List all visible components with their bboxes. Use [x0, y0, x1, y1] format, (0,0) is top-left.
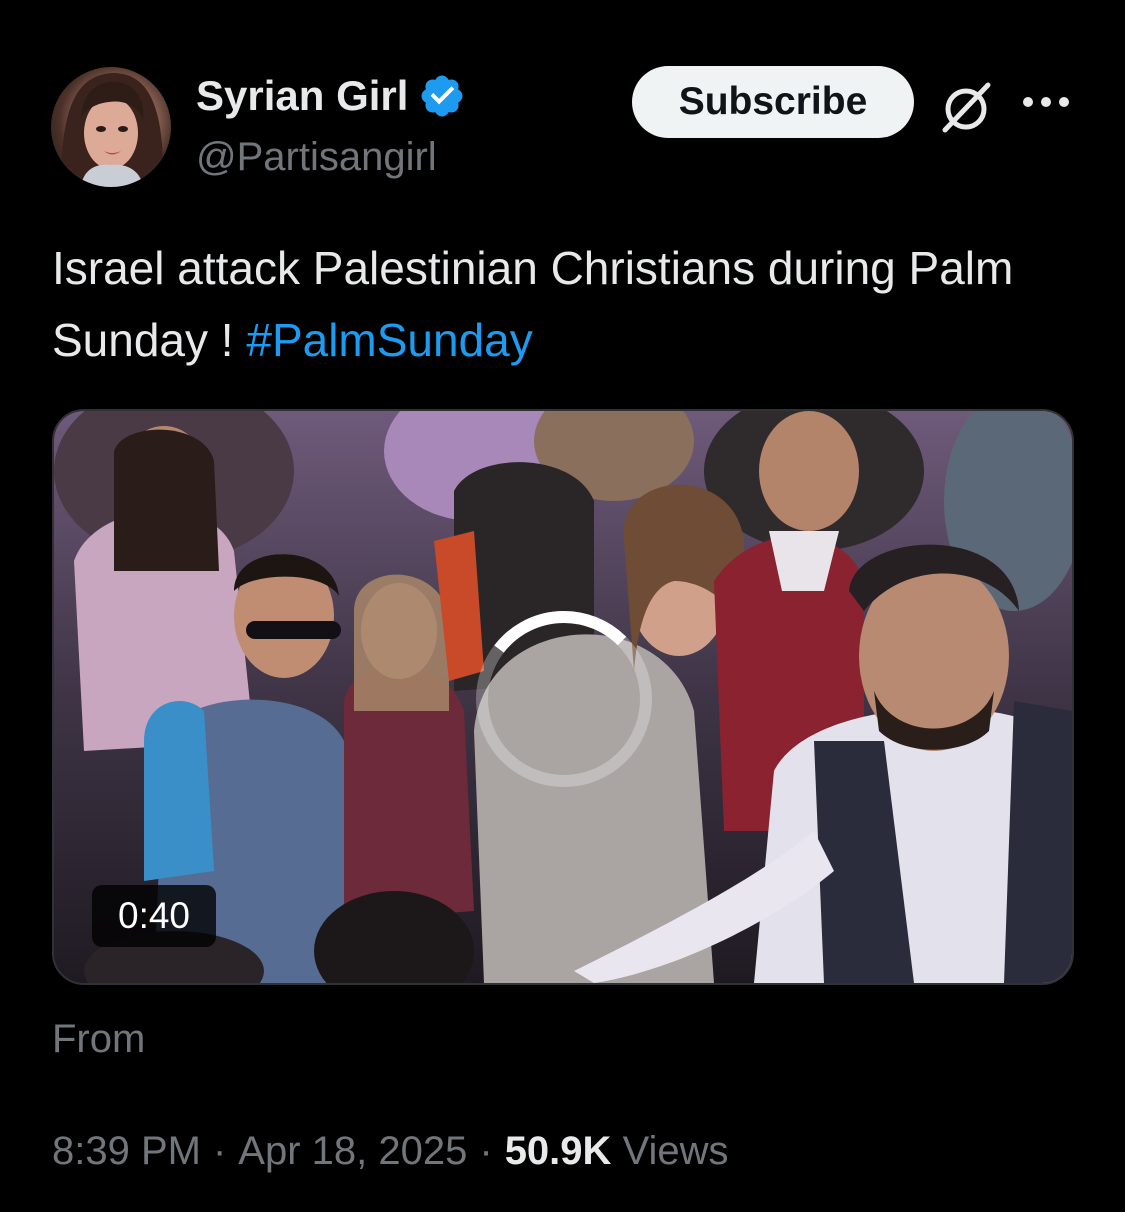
- avatar-image: [61, 73, 164, 187]
- author-name-row: Syrian Girl: [196, 70, 466, 122]
- meta-separator: ·: [212, 1129, 227, 1173]
- tweet-time[interactable]: 8:39 PM: [52, 1129, 201, 1173]
- tweet-meta: 8:39 PM · Apr 18, 2025 · 50.9K Views: [52, 1126, 729, 1176]
- author-handle[interactable]: @Partisangirl: [196, 132, 437, 182]
- verified-badge-icon[interactable]: [418, 72, 466, 120]
- more-horizontal-icon[interactable]: [1020, 88, 1072, 116]
- views-count[interactable]: 50.9K: [505, 1129, 612, 1173]
- meta-separator: ·: [479, 1129, 493, 1173]
- author-avatar[interactable]: [51, 67, 171, 187]
- author-display-name[interactable]: Syrian Girl: [196, 70, 408, 122]
- video-player[interactable]: 0:40: [52, 409, 1074, 985]
- subscribe-button[interactable]: Subscribe: [632, 66, 914, 138]
- video-duration-badge: 0:40: [92, 885, 217, 947]
- from-label[interactable]: From: [52, 1014, 145, 1064]
- tweet-date[interactable]: Apr 18, 2025: [238, 1129, 467, 1173]
- hashtag-link[interactable]: #PalmSunday: [246, 314, 532, 366]
- grok-icon[interactable]: [936, 76, 996, 136]
- tweet-text: Israel attack Palestinian Christians dur…: [52, 232, 1072, 376]
- loading-spinner-icon: [476, 610, 652, 787]
- views-label[interactable]: Views: [623, 1129, 729, 1173]
